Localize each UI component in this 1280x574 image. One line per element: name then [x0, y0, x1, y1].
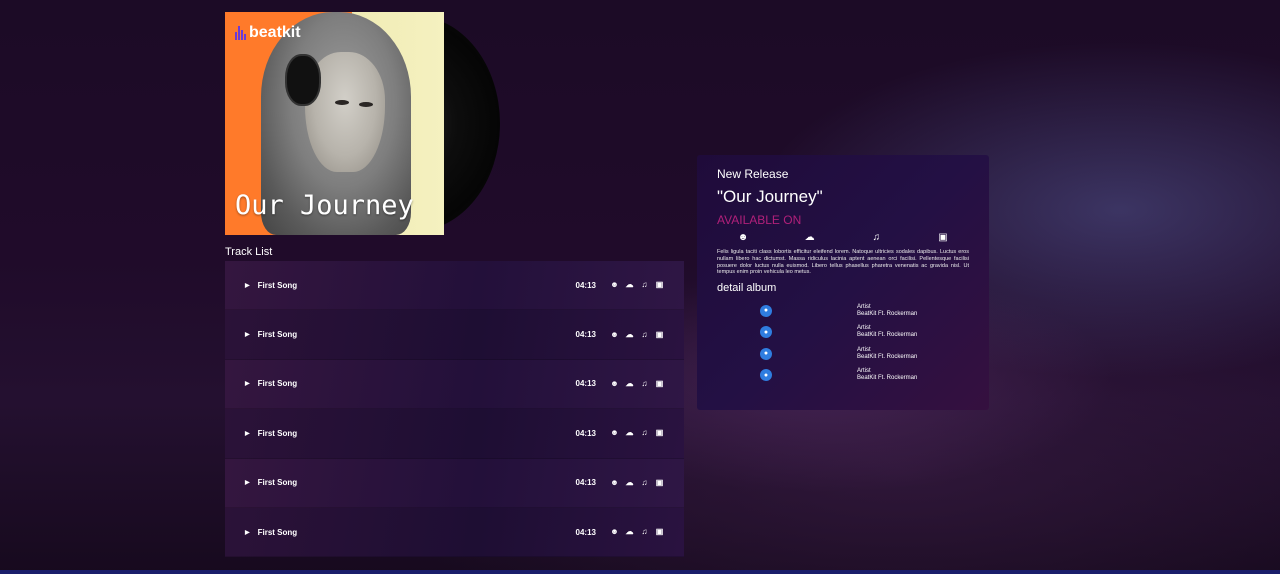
music-note-icon[interactable]: ♫ — [640, 528, 649, 536]
track-duration: 04:13 — [575, 527, 596, 537]
play-icon[interactable]: ▶ — [245, 529, 250, 536]
microphone-icon: ● — [760, 347, 772, 360]
play-icon[interactable]: ▶ — [245, 479, 250, 486]
tracklist-title: Track List — [225, 246, 273, 258]
music-note-icon[interactable]: ♫ — [640, 478, 649, 487]
apple-music-icon[interactable]: ▣ — [655, 281, 664, 289]
music-note-icon[interactable]: ♫ — [640, 330, 649, 339]
artist-name: BeatKit Ft. Rockerman — [857, 310, 918, 317]
spotify-icon[interactable]: ☻ — [610, 379, 619, 388]
cover-eye-left — [335, 100, 349, 105]
apple-music-icon[interactable]: ▣ — [655, 429, 664, 437]
artist-row: ● Artist BeatKit Ft. Rockerman — [717, 343, 969, 365]
apple-music-icon[interactable]: ▣ — [655, 528, 664, 536]
track-name: First Song — [257, 478, 298, 488]
apple-music-icon[interactable]: ▣ — [655, 478, 664, 487]
artist-label: Artist — [857, 346, 871, 353]
track-duration: 04:13 — [575, 379, 596, 389]
track-row[interactable]: ▶ First Song 04:13 ☻ ☁ ♫ ▣ — [225, 458, 684, 508]
spotify-icon[interactable]: ☻ — [610, 429, 619, 437]
store-icon[interactable]: ▣ — [937, 232, 949, 243]
play-icon[interactable]: ▶ — [245, 380, 250, 387]
spotify-icon[interactable]: ☻ — [610, 528, 619, 536]
artist-label: Artist — [857, 303, 871, 310]
track-row[interactable]: ▶ First Song 04:13 ☻ ☁ ♫ ▣ — [225, 507, 684, 558]
track-name: First Song — [257, 379, 298, 389]
tracklist: ▶ First Song 04:13 ☻ ☁ ♫ ▣ ▶ First Song … — [225, 261, 684, 558]
cover-eye-right — [359, 102, 373, 107]
apple-music-icon[interactable]: ▣ — [655, 330, 664, 339]
track-duration: 04:13 — [575, 280, 596, 290]
album-cover: beatkit Our Journey — [225, 12, 444, 235]
platform-links: ☻ ☁ ♫ ▣ — [717, 232, 969, 243]
track-row[interactable]: ▶ First Song 04:13 ☻ ☁ ♫ ▣ — [225, 261, 684, 311]
music-note-icon[interactable]: ♫ — [870, 232, 882, 243]
soundcloud-icon[interactable]: ☁ — [625, 330, 634, 339]
soundcloud-icon[interactable]: ☁ — [625, 281, 634, 289]
release-card: New Release "Our Journey" AVAILABLE ON ☻… — [697, 155, 989, 410]
logo-bars-icon — [235, 26, 246, 40]
play-icon[interactable]: ▶ — [245, 331, 250, 338]
track-row[interactable]: ▶ First Song 04:13 ☻ ☁ ♫ ▣ — [225, 359, 684, 410]
spotify-icon[interactable]: ☻ — [610, 281, 619, 289]
artist-name: BeatKit Ft. Rockerman — [857, 332, 918, 339]
available-on-label: AVAILABLE ON — [717, 213, 802, 227]
track-name: First Song — [257, 330, 298, 340]
soundcloud-icon[interactable]: ☁ — [804, 232, 816, 243]
artist-name: BeatKit Ft. Rockerman — [857, 353, 918, 360]
artist-label: Artist — [857, 325, 871, 332]
track-duration: 04:13 — [575, 428, 596, 438]
artist-row: ● Artist BeatKit Ft. Rockerman — [717, 322, 969, 344]
microphone-icon: ● — [760, 326, 772, 339]
music-note-icon[interactable]: ♫ — [640, 379, 649, 388]
track-name: First Song — [257, 527, 298, 537]
detail-album-title: detail album — [717, 282, 777, 295]
spotify-icon[interactable]: ☻ — [737, 232, 749, 243]
microphone-icon: ● — [760, 369, 772, 382]
soundcloud-icon[interactable]: ☁ — [625, 379, 634, 388]
soundcloud-icon[interactable]: ☁ — [625, 478, 634, 487]
apple-music-icon[interactable]: ▣ — [655, 379, 664, 388]
release-description: Felis ligula taciti class lobortis effic… — [717, 249, 969, 276]
bottom-bar — [0, 570, 1280, 574]
soundcloud-icon[interactable]: ☁ — [625, 429, 634, 437]
music-note-icon[interactable]: ♫ — [640, 429, 649, 437]
brand-logo: beatkit — [235, 24, 301, 42]
soundcloud-icon[interactable]: ☁ — [625, 528, 634, 536]
artist-label: Artist — [857, 368, 871, 375]
play-icon[interactable]: ▶ — [245, 430, 250, 437]
track-row[interactable]: ▶ First Song 04:13 ☻ ☁ ♫ ▣ — [225, 409, 684, 459]
microphone-icon: ● — [760, 304, 772, 317]
track-duration: 04:13 — [575, 330, 596, 340]
track-duration: 04:13 — [575, 478, 596, 488]
track-name: First Song — [257, 428, 298, 438]
artist-row: ● Artist BeatKit Ft. Rockerman — [717, 365, 969, 387]
brand-logo-text: beatkit — [249, 24, 301, 41]
release-label: New Release — [717, 167, 789, 181]
spotify-icon[interactable]: ☻ — [610, 478, 619, 487]
play-icon[interactable]: ▶ — [245, 282, 250, 289]
spotify-icon[interactable]: ☻ — [610, 330, 619, 339]
track-name: First Song — [257, 280, 298, 290]
release-title: "Our Journey" — [717, 187, 823, 206]
artist-name: BeatKit Ft. Rockerman — [857, 375, 918, 382]
track-row[interactable]: ▶ First Song 04:13 ☻ ☁ ♫ ▣ — [225, 310, 684, 360]
artist-row: ● Artist BeatKit Ft. Rockerman — [717, 300, 969, 322]
cover-title: Our Journey — [235, 190, 414, 221]
music-note-icon[interactable]: ♫ — [640, 281, 649, 289]
headphone-icon — [285, 54, 321, 106]
